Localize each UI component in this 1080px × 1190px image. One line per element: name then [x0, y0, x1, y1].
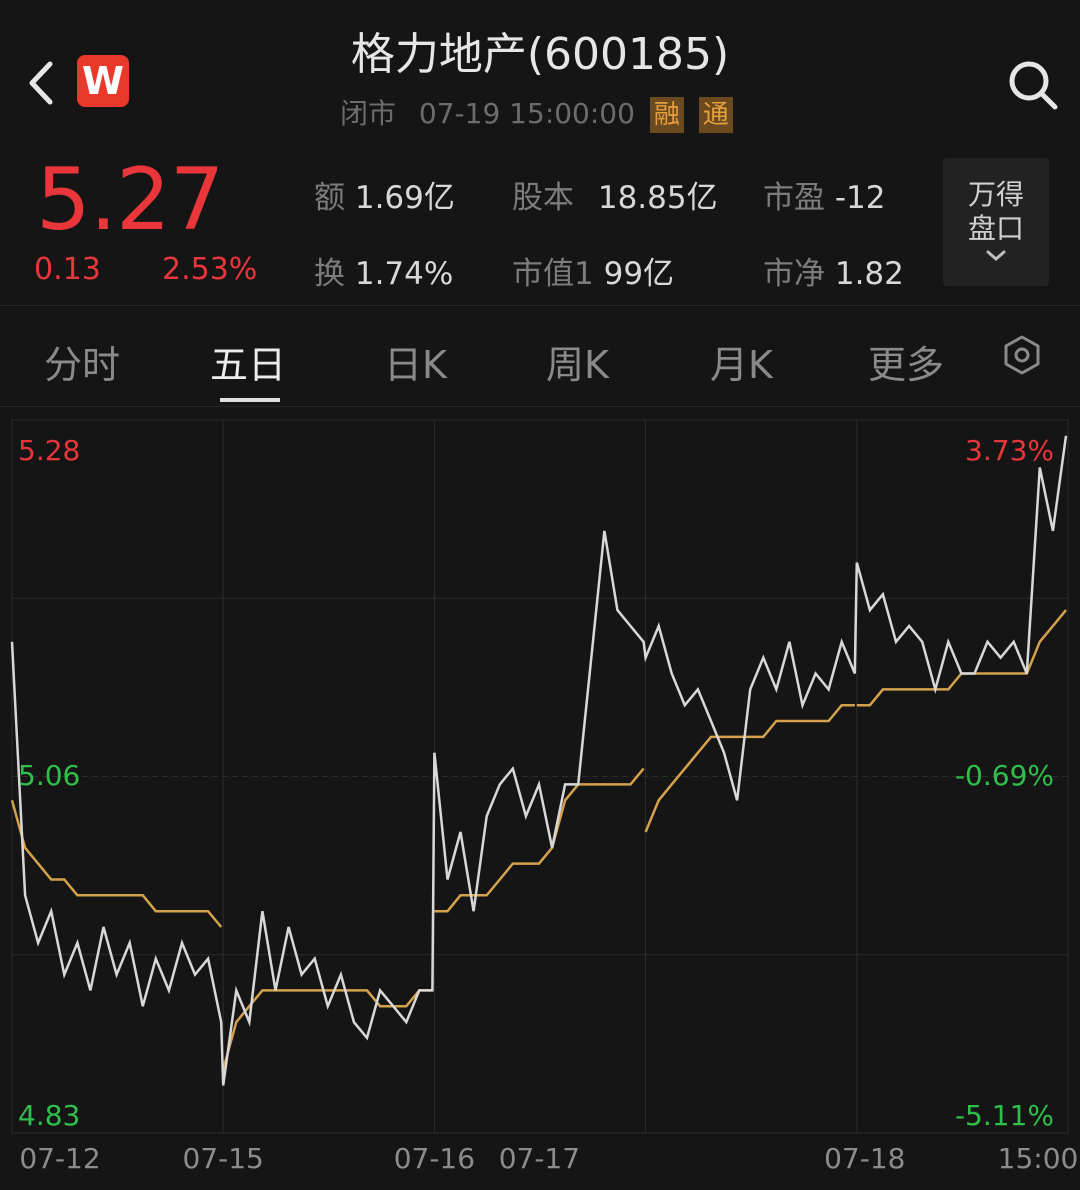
x-tick-label: 07-18	[824, 1142, 905, 1175]
stat-label: 股本	[512, 180, 574, 216]
stat-value: 1.82	[834, 256, 904, 292]
x-tick-label: 07-16	[394, 1142, 475, 1175]
chart-settings-button[interactable]	[1000, 333, 1044, 377]
stat-share-capital: 股本 18.85亿	[512, 172, 718, 217]
stat-label: 市净	[763, 256, 825, 292]
stat-label: 换	[314, 256, 345, 292]
x-tick-label: 07-12	[19, 1142, 100, 1175]
active-tab-indicator	[220, 398, 280, 402]
stat-value: 1.69亿	[354, 180, 455, 216]
chart-period-tabs: 分时 五日 日K 周K 月K 更多	[0, 305, 1080, 407]
wind-orderbook-button[interactable]: 万得 盘口	[943, 158, 1049, 286]
stat-turnover-rate: 换 1.74%	[314, 248, 453, 293]
tab-daily-k[interactable]: 日K	[384, 334, 447, 389]
stat-market-cap: 市值1 99亿	[512, 248, 674, 293]
y-tick-label-right: -0.69%	[955, 759, 1054, 792]
margin-tag: 融	[649, 97, 684, 133]
stat-label: 市值1	[512, 256, 594, 292]
price-change: 0.13	[34, 252, 101, 287]
x-tick-label: 07-15	[183, 1142, 264, 1175]
average-price-line-day	[10, 799, 223, 928]
tab-five-day[interactable]: 五日	[210, 334, 286, 389]
stat-label: 市盈	[763, 180, 825, 216]
price-line	[10, 435, 1068, 1086]
tab-weekly-k[interactable]: 周K	[546, 334, 609, 389]
chevron-down-icon	[986, 250, 1006, 261]
tab-more[interactable]: 更多	[868, 334, 944, 389]
tab-intraday[interactable]: 分时	[44, 334, 120, 389]
settings-hexagon-icon	[1004, 335, 1040, 375]
y-tick-label-left: 5.28	[18, 434, 80, 467]
connect-tag: 通	[698, 97, 733, 133]
wind-button-line1: 万得	[967, 178, 1024, 211]
market-status: 闭市	[340, 97, 397, 130]
stat-value: -12	[834, 180, 886, 216]
stat-value: 1.74%	[354, 256, 454, 292]
price-change-percent: 2.53%	[162, 252, 258, 287]
market-status-line: 闭市 07-19 15:00:00 融 通	[340, 92, 733, 133]
plot-frame	[11, 419, 1069, 1134]
x-tick-label: 15:00	[998, 1142, 1079, 1175]
search-icon	[1009, 61, 1058, 110]
tab-monthly-k[interactable]: 月K	[710, 334, 773, 389]
stat-pb-ratio: 市净 1.82	[763, 248, 904, 293]
y-tick-label-left: 5.06	[18, 759, 80, 792]
stat-label: 额	[314, 180, 345, 216]
page-title: 格力地产(600185)	[350, 29, 730, 80]
stat-value: 18.85亿	[597, 180, 718, 216]
stat-value: 99亿	[603, 256, 675, 292]
search-button[interactable]	[1004, 56, 1060, 112]
y-tick-label-left: 4.83	[18, 1099, 80, 1132]
average-price-line-day	[644, 703, 855, 833]
stat-turnover-amount: 额 1.69亿	[314, 172, 455, 217]
status-datetime: 07-19 15:00:00	[418, 97, 635, 130]
y-tick-label-right: 3.73%	[965, 434, 1054, 467]
average-price-line-day	[856, 609, 1067, 707]
wind-button-line2: 盘口	[967, 212, 1024, 245]
five-day-chart[interactable]: 5.28 5.06 4.83 3.73% -0.69% -5.11% 07-12 07-15 0…	[0, 405, 1080, 1190]
y-tick-label-right: -5.11%	[955, 1099, 1054, 1132]
last-price: 5.27	[36, 150, 224, 250]
stat-pe-ratio: 市盈 -12	[763, 172, 886, 217]
x-tick-label: 07-17	[499, 1142, 580, 1175]
